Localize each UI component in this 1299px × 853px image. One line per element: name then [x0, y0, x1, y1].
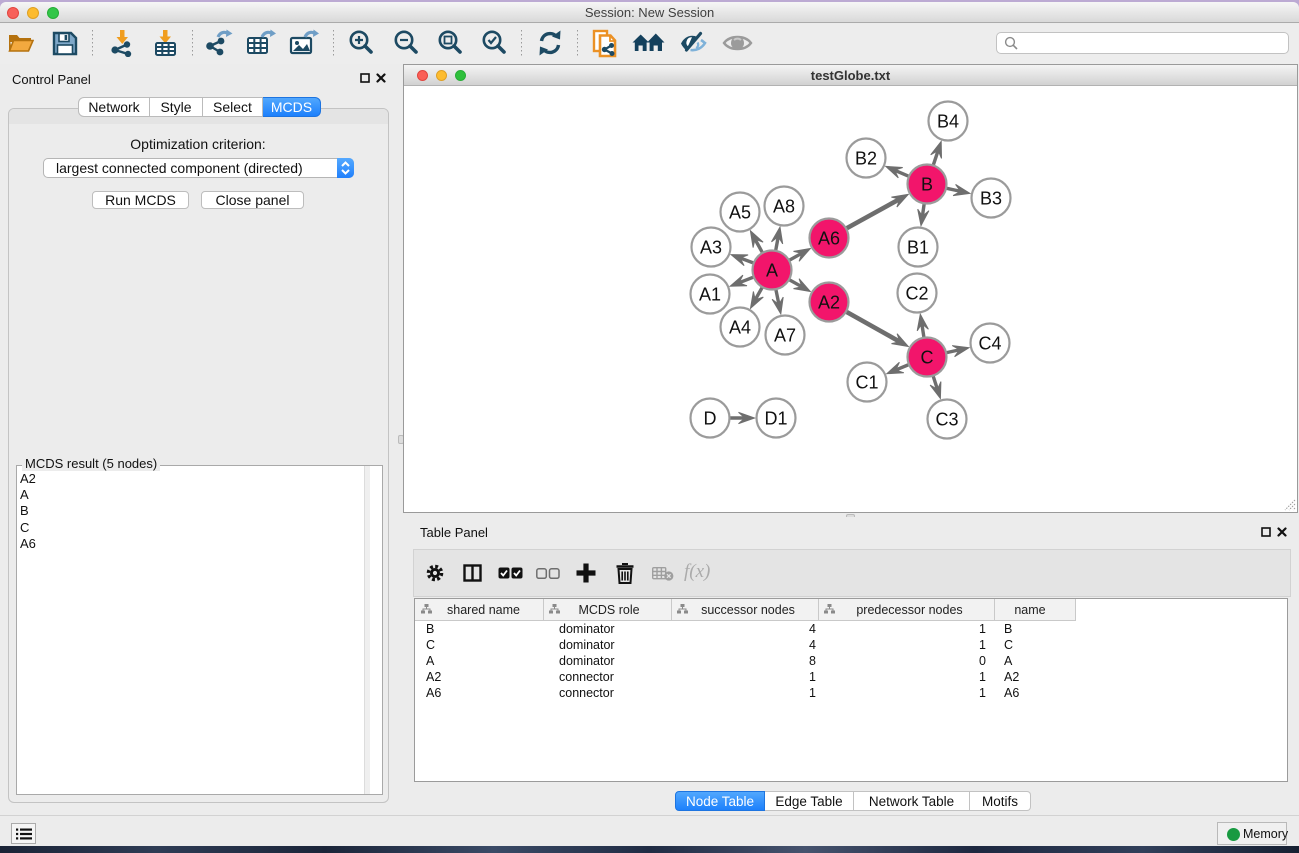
svg-text:C2: C2: [905, 284, 928, 304]
svg-text:B4: B4: [937, 112, 959, 132]
svg-text:A7: A7: [774, 326, 796, 346]
svg-text:C4: C4: [978, 334, 1001, 354]
svg-text:A6: A6: [818, 229, 840, 249]
svg-text:C1: C1: [855, 373, 878, 393]
svg-text:A5: A5: [729, 203, 751, 223]
svg-text:B: B: [921, 175, 933, 195]
svg-text:A: A: [766, 261, 778, 281]
svg-text:D: D: [704, 409, 717, 429]
svg-text:A1: A1: [699, 285, 721, 305]
svg-text:C3: C3: [935, 410, 958, 430]
svg-text:A8: A8: [773, 197, 795, 217]
svg-text:B2: B2: [855, 149, 877, 169]
svg-text:D1: D1: [764, 409, 787, 429]
svg-text:B3: B3: [980, 189, 1002, 209]
svg-text:A2: A2: [818, 293, 840, 313]
svg-text:A4: A4: [729, 318, 751, 338]
svg-text:C: C: [921, 348, 934, 368]
svg-text:B1: B1: [907, 238, 929, 258]
svg-text:A3: A3: [700, 238, 722, 258]
